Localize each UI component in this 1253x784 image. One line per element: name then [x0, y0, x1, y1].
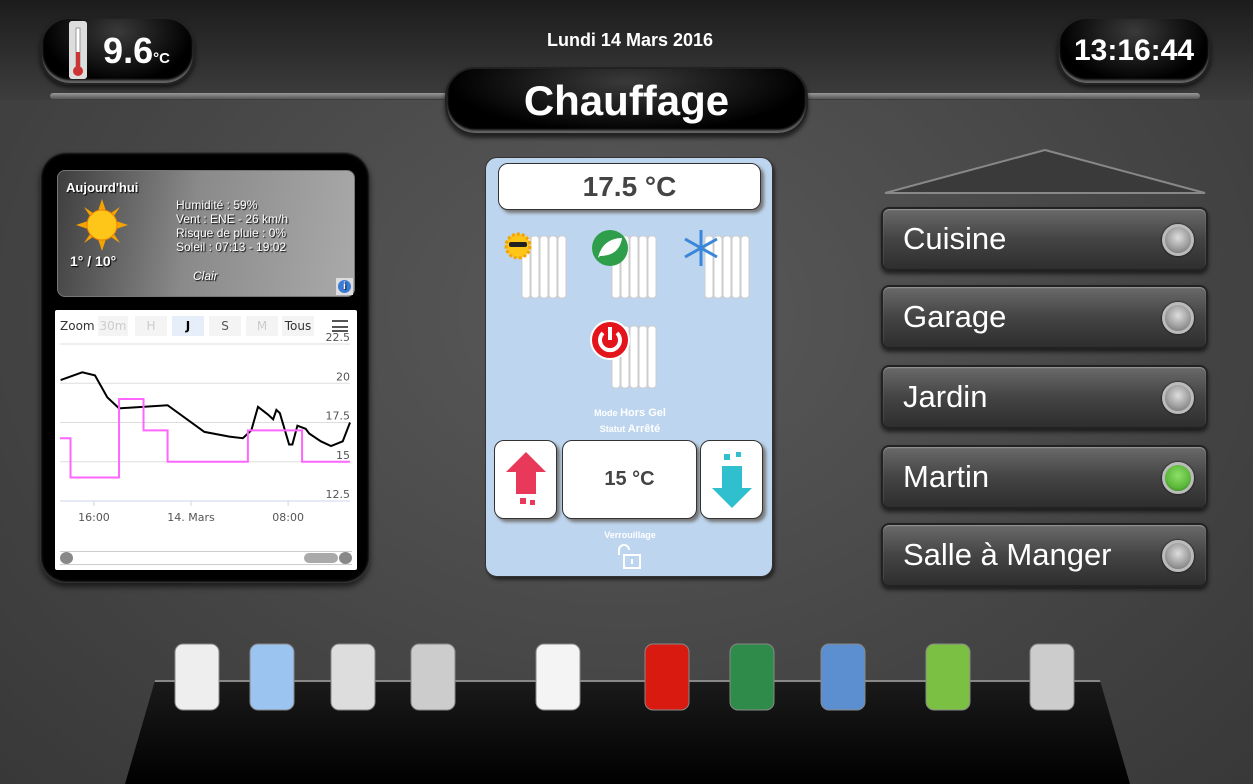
multimedia-icon: [820, 643, 866, 711]
weather-rain: Risque de pluie : 0%: [176, 226, 287, 240]
sun-icon: [76, 199, 128, 251]
thermometer-icon: [69, 21, 88, 79]
multimedia-button[interactable]: [808, 635, 878, 715]
alarm-siren-icon: [644, 643, 690, 711]
status-led-icon: [1162, 382, 1194, 414]
gate-button[interactable]: [523, 635, 593, 715]
setpoint-line: [60, 397, 350, 479]
y-tick-label: 17.5: [326, 410, 351, 423]
current-temp-display: 17.5 °C: [498, 163, 761, 210]
snowflake-radiator-icon: [684, 230, 750, 299]
radiator-icon: [174, 643, 220, 711]
room-label: Jardin: [903, 379, 988, 414]
mode-button-hors-gel[interactable]: [681, 228, 761, 306]
alarm-siren-button[interactable]: [632, 635, 702, 715]
unlock-icon[interactable]: [616, 543, 642, 569]
y-tick-label: 20: [336, 370, 350, 383]
mode-button-off[interactable]: [588, 318, 668, 396]
arrow-down-icon: [711, 451, 752, 508]
camera-icon: [410, 643, 456, 711]
setpoint-display: 15 °C: [562, 440, 697, 519]
energy-icon: [925, 643, 971, 711]
room-label: Salle à Manger: [903, 537, 1112, 572]
temperature-chart: Zoom 30m H J S M Tous 12.5 15 17.5 20 22.5 16…: [55, 310, 357, 570]
shutter-icon: [330, 643, 376, 711]
lock-label: Verrouillage: [604, 530, 656, 540]
info-button[interactable]: i: [336, 278, 353, 295]
decrease-setpoint-button[interactable]: [700, 440, 763, 519]
scroll-right-button[interactable]: [339, 552, 352, 564]
light-bulb-icon: [249, 643, 295, 711]
page-title: Chauffage: [445, 67, 808, 135]
rooms-up-arrow[interactable]: [880, 148, 1210, 196]
info-icon: i: [338, 280, 351, 293]
x-tick-label: 16:00: [78, 511, 110, 524]
y-tick-label: 15: [336, 449, 350, 462]
power-radiator-icon: [590, 320, 657, 389]
status-led-icon: [1162, 302, 1194, 334]
status-led-icon: [1162, 540, 1194, 572]
room-button-garage[interactable]: Garage: [881, 285, 1208, 349]
weather-condition: Clair: [193, 269, 218, 283]
thermostat-panel: 17.5 °C Mode Hors Gel Statut Arrêté 15 °…: [485, 157, 773, 577]
status-led-icon: [1162, 224, 1194, 256]
room-label: Cuisine: [903, 221, 1007, 256]
camera-button[interactable]: [398, 635, 468, 715]
weather-humidity: Humidité : 59%: [176, 198, 258, 212]
chart-plot: 12.5 15 17.5 20 22.5 16:00 14. Mars 08:00: [60, 331, 351, 524]
leaf-radiator-icon: [592, 230, 657, 299]
clock: 13:16:44: [1057, 17, 1211, 85]
scroll-left-button[interactable]: [60, 552, 73, 564]
room-label: Garage: [903, 299, 1007, 334]
arrow-up-icon: [505, 451, 546, 505]
umbrella-weather-icon: [729, 643, 775, 711]
sun-radiator-icon: [504, 232, 567, 299]
radiator-button[interactable]: [162, 635, 232, 715]
scroll-thumb[interactable]: [304, 553, 338, 563]
room-label: Martin: [903, 459, 990, 494]
room-button-salle-manger[interactable]: Salle à Manger: [881, 523, 1208, 587]
outdoor-temp-unit: °C: [153, 49, 170, 67]
shutter-button[interactable]: [318, 635, 388, 715]
mode-button-eco[interactable]: [588, 228, 668, 306]
chart-scrollbar[interactable]: [60, 551, 352, 565]
x-tick-label: 08:00: [272, 511, 304, 524]
weather-sun: Soleil : 07:13 - 19:02: [176, 240, 287, 254]
room-button-jardin[interactable]: Jardin: [881, 365, 1208, 429]
mode-value: Hors Gel: [620, 407, 666, 419]
y-tick-label: 22.5: [326, 331, 351, 344]
status-led-icon: [1162, 462, 1194, 494]
weather-minmax: 1° / 10°: [70, 253, 117, 269]
x-tick-label: 14. Mars: [167, 511, 215, 524]
increase-setpoint-button[interactable]: [494, 440, 557, 519]
settings-gears-icon: [1029, 643, 1075, 711]
outdoor-temp-value: 9.6: [103, 30, 154, 71]
mode-button-confort[interactable]: [498, 228, 578, 306]
room-button-martin[interactable]: Martin: [881, 445, 1208, 509]
mode-label: Mode: [594, 408, 618, 418]
status-label: Statut: [599, 424, 626, 434]
umbrella-weather-button[interactable]: [717, 635, 787, 715]
weather-wind: Vent : ENE - 26 km/h: [176, 212, 289, 226]
weather-heading: Aujourd'hui: [66, 180, 139, 195]
status-value: Arrêté: [627, 423, 661, 435]
current-date: Lundi 14 Mars 2016: [546, 30, 714, 50]
light-bulb-button[interactable]: [237, 635, 307, 715]
gate-icon: [535, 643, 581, 711]
energy-button[interactable]: [913, 635, 983, 715]
y-tick-label: 12.5: [326, 488, 351, 501]
weather-widget: Aujourd'hui 1° / 10° Humidité : 59% Vent…: [57, 170, 355, 297]
room-button-cuisine[interactable]: Cuisine: [881, 207, 1208, 271]
settings-gears-button[interactable]: [1017, 635, 1087, 715]
outdoor-temp-widget: 9.6 °C: [40, 17, 195, 85]
